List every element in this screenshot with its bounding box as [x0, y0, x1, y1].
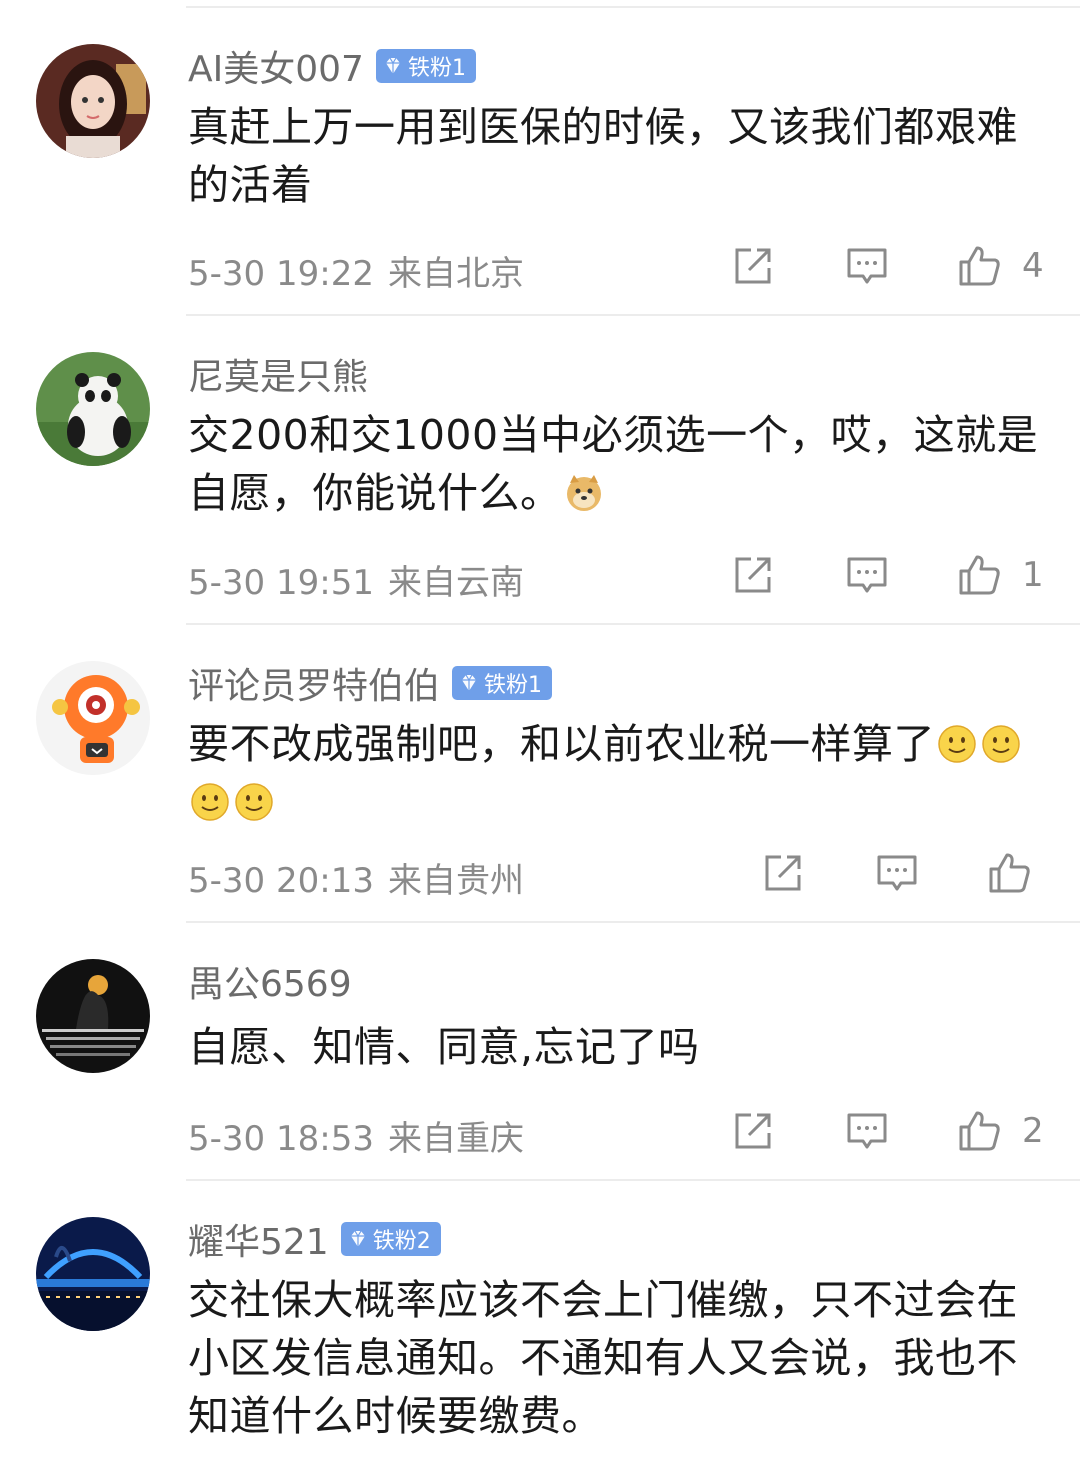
username[interactable]: AI美女007 — [188, 40, 364, 92]
timestamp: 5-30 19:22 — [188, 254, 374, 294]
fan-badge: 铁粉1 — [452, 666, 553, 700]
comment-meta: 5-30 19:22 来自北京 — [188, 246, 524, 295]
diamond-icon — [462, 674, 477, 691]
diamond-icon — [350, 1230, 365, 1247]
like-count: 2 — [1022, 1111, 1044, 1151]
comment-icon[interactable] — [845, 1109, 889, 1153]
username[interactable]: 禺公6569 — [188, 955, 352, 1007]
badge-label: 铁粉1 — [484, 673, 543, 698]
username[interactable]: 耀华521 — [188, 1213, 329, 1265]
diamond-icon — [385, 57, 400, 74]
badge-label: 铁粉2 — [372, 1229, 431, 1254]
doge-emoji — [566, 475, 601, 511]
timestamp: 5-30 20:13 — [188, 861, 374, 901]
share-icon[interactable] — [731, 553, 775, 597]
comment-icon[interactable] — [845, 553, 889, 597]
avatar[interactable] — [36, 352, 150, 466]
thumbs-up-icon[interactable] — [957, 1109, 1001, 1153]
comment-meta: 5-30 20:13 来自贵州 — [188, 853, 524, 902]
location: 来自贵州 — [387, 861, 524, 901]
divider — [186, 921, 1080, 923]
thumbs-up-icon[interactable] — [987, 851, 1031, 895]
badge-label: 铁粉1 — [407, 56, 466, 81]
thumbs-up-icon[interactable] — [957, 553, 1001, 597]
smile-emoji — [982, 725, 1020, 763]
avatar[interactable] — [36, 1217, 150, 1331]
thumbs-up-icon[interactable] — [957, 244, 1001, 288]
avatar[interactable] — [36, 661, 150, 775]
timestamp: 5-30 18:53 — [188, 1119, 374, 1159]
comment-icon[interactable] — [875, 851, 919, 895]
share-icon[interactable] — [731, 1109, 775, 1153]
divider — [186, 314, 1080, 316]
comment-text: 真赶上万一用到医保的时候，又该我们都艰难的活着 — [188, 103, 1018, 209]
fan-badge: 铁粉2 — [340, 1222, 441, 1256]
comment-icon[interactable] — [845, 244, 889, 288]
divider — [186, 6, 1080, 8]
timestamp: 5-30 19:51 — [188, 563, 374, 603]
comment-text: 要不改成强制吧，和以前农业税一样算了 — [188, 715, 1048, 831]
comment-text-body: 要不改成强制吧，和以前农业税一样算了 — [188, 720, 935, 768]
avatar[interactable] — [36, 44, 150, 158]
comment-text: 交200和交1000当中必须选一个，哎，这就是自愿，你能说什么。 — [188, 406, 1048, 522]
location: 来自云南 — [387, 563, 524, 603]
username[interactable]: 评论员罗特伯伯 — [188, 657, 440, 709]
smile-emoji — [938, 725, 976, 763]
comment-meta: 5-30 18:53 来自重庆 — [188, 1111, 524, 1160]
comment-text-body: 交200和交1000当中必须选一个，哎，这就是自愿，你能说什么。 — [188, 411, 1039, 517]
location: 来自北京 — [387, 254, 524, 294]
avatar[interactable] — [36, 959, 150, 1073]
comment-text: 交社保大概率应该不会上门催缴，只不过会在小区发信息通知。不通知有人又会说，我也不… — [188, 1276, 1018, 1440]
location: 来自重庆 — [387, 1119, 524, 1159]
smile-emoji — [191, 783, 229, 821]
comment-text: 自愿、知情、同意,忘记了吗 — [188, 1023, 700, 1071]
comment-meta: 5-30 19:51 来自云南 — [188, 555, 524, 604]
username[interactable]: 尼莫是只熊 — [188, 348, 368, 400]
divider — [186, 623, 1080, 625]
like-count: 1 — [1022, 555, 1044, 595]
like-count: 4 — [1022, 246, 1044, 286]
fan-badge: 铁粉1 — [375, 49, 476, 83]
share-icon[interactable] — [761, 851, 805, 895]
share-icon[interactable] — [731, 244, 775, 288]
divider — [186, 1179, 1080, 1181]
smile-emoji — [235, 783, 273, 821]
